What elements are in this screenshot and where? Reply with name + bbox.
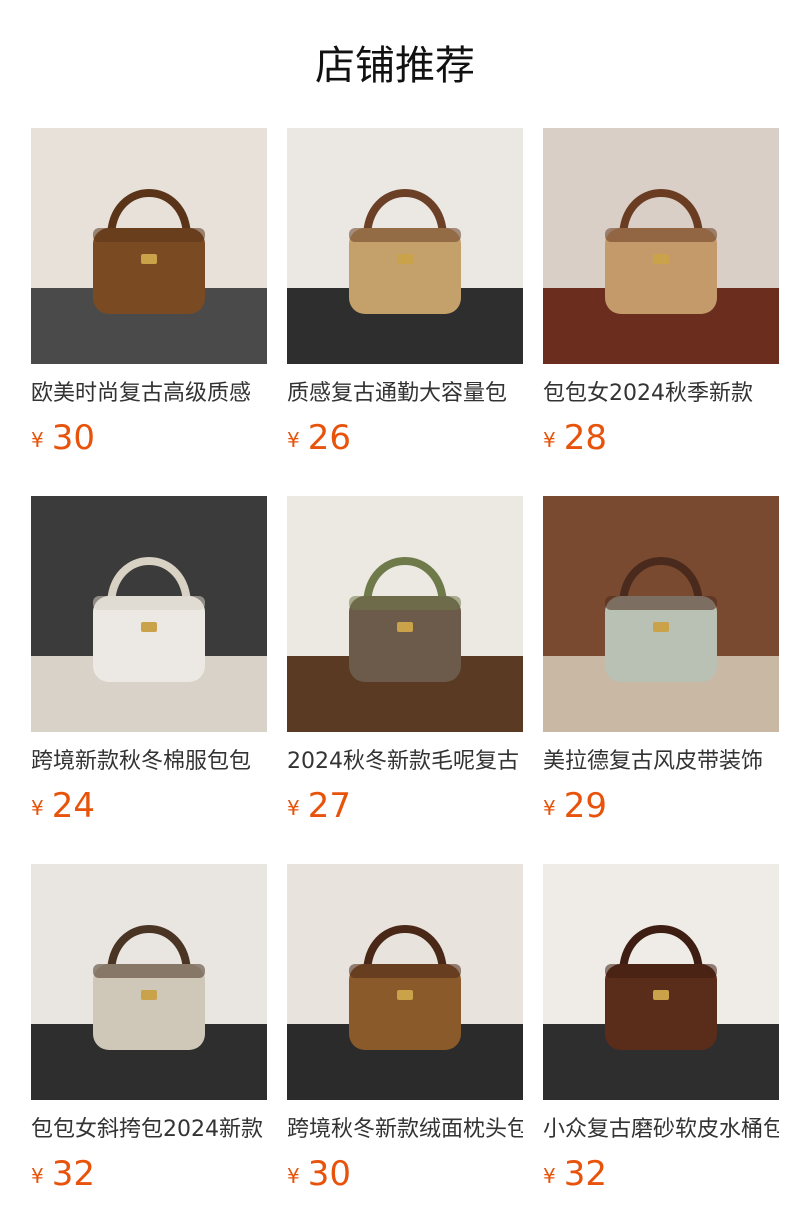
product-price: ¥28	[543, 418, 779, 464]
product-card[interactable]: 质感复古通勤大容量包 ¥26	[287, 128, 523, 464]
product-image[interactable]	[31, 864, 267, 1100]
product-image[interactable]	[287, 128, 523, 364]
white-puffer-bag-image	[31, 496, 267, 732]
product-image[interactable]	[31, 128, 267, 364]
product-card[interactable]: 2024秋冬新款毛呢复古 ¥27	[287, 496, 523, 832]
product-image[interactable]	[543, 128, 779, 364]
product-name[interactable]: 包包女斜挎包2024新款	[31, 1116, 267, 1144]
product-price: ¥27	[287, 786, 523, 832]
product-price: ¥32	[543, 1154, 779, 1200]
product-card[interactable]: 包包女斜挎包2024新款 ¥32	[31, 864, 267, 1200]
product-card[interactable]: 欧美时尚复古高级质感 ¥30	[31, 128, 267, 464]
currency-symbol: ¥	[287, 1164, 300, 1188]
suede-bucket-bag-image	[543, 864, 779, 1100]
price-amount: 32	[563, 1154, 607, 1194]
product-card[interactable]: 小众复古磨砂软皮水桶包 ¥32	[543, 864, 779, 1200]
currency-symbol: ¥	[31, 796, 44, 820]
product-card[interactable]: 跨境新款秋冬棉服包包 ¥24	[31, 496, 267, 832]
currency-symbol: ¥	[31, 428, 44, 452]
grey-hobo-bag-image	[543, 496, 779, 732]
product-image[interactable]	[31, 496, 267, 732]
product-image[interactable]	[287, 496, 523, 732]
price-amount: 30	[51, 418, 95, 458]
price-amount: 26	[307, 418, 351, 458]
price-amount: 29	[563, 786, 607, 826]
product-name[interactable]: 美拉德复古风皮带装饰	[543, 748, 779, 776]
page-title: 店铺推荐	[315, 43, 475, 89]
product-name[interactable]: 跨境秋冬新款绒面枕头包	[287, 1116, 523, 1144]
currency-symbol: ¥	[31, 1164, 44, 1188]
product-name[interactable]: 小众复古磨砂软皮水桶包	[543, 1116, 779, 1144]
price-amount: 27	[307, 786, 351, 826]
product-name[interactable]: 欧美时尚复古高级质感	[31, 380, 267, 408]
product-image[interactable]	[543, 864, 779, 1100]
product-name[interactable]: 包包女2024秋季新款	[543, 380, 779, 408]
fleece-bucket-bag-image	[543, 128, 779, 364]
price-amount: 30	[307, 1154, 351, 1194]
product-price: ¥32	[31, 1154, 267, 1200]
product-price: ¥24	[31, 786, 267, 832]
product-price: ¥26	[287, 418, 523, 464]
product-card[interactable]: 美拉德复古风皮带装饰 ¥29	[543, 496, 779, 832]
price-amount: 24	[51, 786, 95, 826]
product-name[interactable]: 2024秋冬新款毛呢复古	[287, 748, 523, 776]
currency-symbol: ¥	[543, 428, 556, 452]
product-price: ¥30	[31, 418, 267, 464]
houndstooth-bag-image	[31, 864, 267, 1100]
product-image[interactable]	[287, 864, 523, 1100]
tan-tote-bag-image	[287, 128, 523, 364]
price-amount: 32	[51, 1154, 95, 1194]
suede-pillow-bag-image	[287, 864, 523, 1100]
currency-symbol: ¥	[287, 428, 300, 452]
product-price: ¥29	[543, 786, 779, 832]
plaid-shoulder-bag-image	[287, 496, 523, 732]
product-price: ¥30	[287, 1154, 523, 1200]
product-name[interactable]: 质感复古通勤大容量包	[287, 380, 523, 408]
price-amount: 28	[563, 418, 607, 458]
product-name[interactable]: 跨境新款秋冬棉服包包	[31, 748, 267, 776]
currency-symbol: ¥	[287, 796, 300, 820]
product-image[interactable]	[543, 496, 779, 732]
currency-symbol: ¥	[543, 796, 556, 820]
product-card[interactable]: 跨境秋冬新款绒面枕头包 ¥30	[287, 864, 523, 1200]
product-card[interactable]: 包包女2024秋季新款 ¥28	[543, 128, 779, 464]
brown-boston-bag-image	[31, 128, 267, 364]
currency-symbol: ¥	[543, 1164, 556, 1188]
